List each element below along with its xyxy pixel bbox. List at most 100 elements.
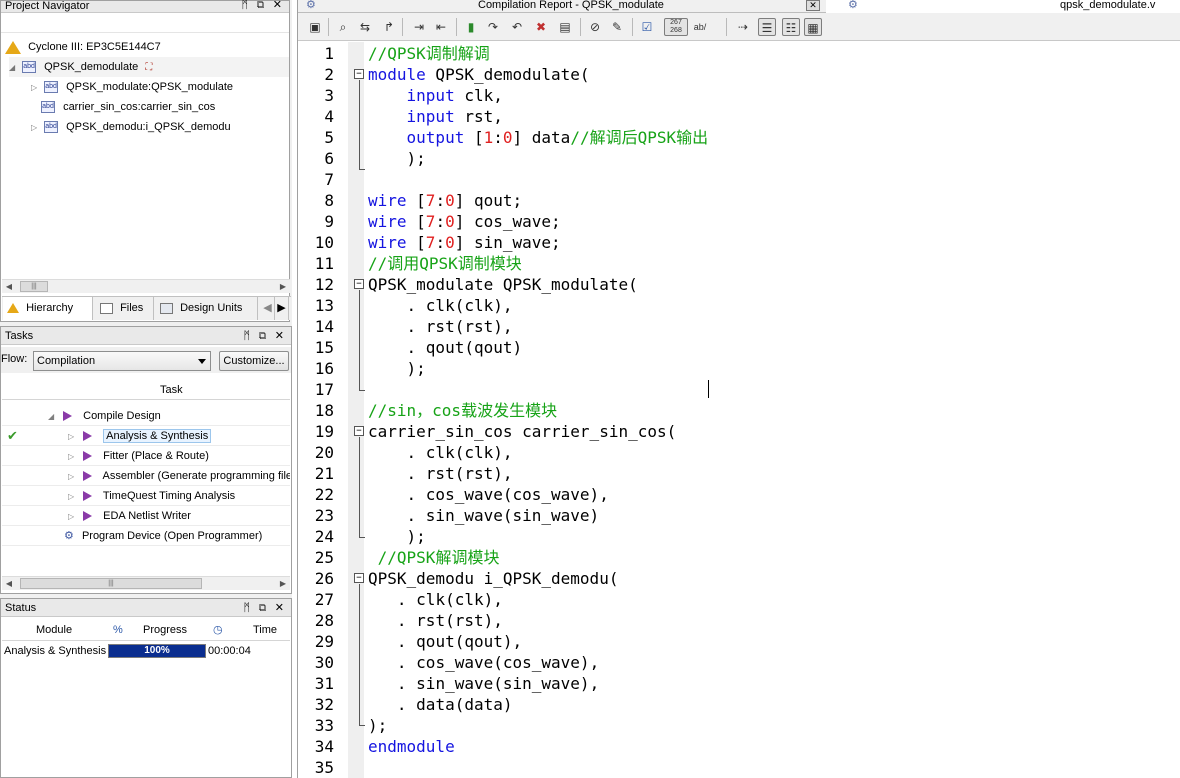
expand-arrow-icon[interactable]: ▷ xyxy=(31,78,41,98)
expand-arrow-icon[interactable]: ▷ xyxy=(68,487,80,505)
format-icon[interactable]: ☰ xyxy=(758,18,776,36)
number: 0 xyxy=(445,212,455,231)
tab-compilation-report[interactable]: Compilation Report - QPSK_modulate xyxy=(478,0,664,13)
scroll-right-icon[interactable]: ▶ xyxy=(276,577,290,591)
code-line: . qout(qout) xyxy=(368,337,523,358)
toolbar-separator xyxy=(726,18,727,36)
source-file-label: qpsk_demodulate.v xyxy=(1060,0,1156,11)
tree-item-device[interactable]: Cyclone III: EP3C5E144C7 xyxy=(5,37,161,57)
fold-margin xyxy=(348,42,364,778)
scrollbar-thumb[interactable]: ||| xyxy=(20,281,48,292)
goto-icon[interactable]: ↱ xyxy=(380,18,398,36)
number: 0 xyxy=(445,233,455,252)
template-icon[interactable]: ✎ xyxy=(608,18,626,36)
spell-check-icon[interactable]: ab/ xyxy=(690,18,710,36)
line-numbers-icon[interactable]: 267 268 xyxy=(664,18,688,36)
tab-files[interactable]: Files xyxy=(96,297,154,320)
expand-arrow-icon[interactable]: ▷ xyxy=(68,447,80,465)
tree-item-top-entity[interactable]: ◢ abd QPSK_demodulate ⛶ xyxy=(9,57,289,77)
tab-close-icon[interactable]: ✕ xyxy=(806,0,820,13)
uncomment-icon[interactable]: ▦ xyxy=(804,18,822,36)
line-number: 29 xyxy=(314,632,334,651)
line-number: 21 xyxy=(314,464,334,483)
fold-toggle-icon[interactable]: − xyxy=(354,426,364,436)
expand-arrow-icon[interactable]: ▷ xyxy=(68,467,80,485)
task-row-timequest[interactable]: ▷ TimeQuest Timing Analysis xyxy=(2,486,290,506)
time-header: Time xyxy=(253,624,278,636)
code-line: //调用QPSK调制模块 xyxy=(368,253,522,274)
task-row-program-device[interactable]: ⚙ Program Device (Open Programmer) xyxy=(2,526,290,546)
expand-arrow-icon[interactable]: ▷ xyxy=(31,118,41,138)
collapse-arrow-icon[interactable]: ◢ xyxy=(9,58,19,78)
tab-scroll-left-icon[interactable]: ◀ xyxy=(261,297,275,320)
scroll-right-icon[interactable]: ▶ xyxy=(276,280,290,294)
child-label: carrier_sin_cos:carrier_sin_cos xyxy=(63,101,216,113)
code-text: ); xyxy=(406,359,426,378)
fold-toggle-icon[interactable]: − xyxy=(354,279,364,289)
find-replace-icon[interactable]: ⇆ xyxy=(356,18,374,36)
tab-design-units[interactable]: Design Units xyxy=(156,297,258,320)
task-row-compile-design[interactable]: ◢ Compile Design xyxy=(2,406,290,426)
entity-icon: abd xyxy=(22,61,37,74)
navigator-horizontal-scrollbar[interactable]: ◀ ||| ▶ xyxy=(2,279,290,293)
code-text: . sin_wave(sin_wave), xyxy=(396,674,600,693)
window-icon[interactable]: ▣ xyxy=(306,18,324,36)
code-text: . data(data) xyxy=(396,695,513,714)
line-number: 27 xyxy=(314,590,334,609)
line-number: 33 xyxy=(314,716,334,735)
fold-toggle-icon[interactable]: − xyxy=(354,69,364,79)
tree-item-child[interactable]: ▷ abd QPSK_demodu:i_QPSK_demodu xyxy=(31,117,231,137)
toolbar-separator xyxy=(632,18,633,36)
customize-button[interactable]: Customize... xyxy=(219,351,289,371)
comment-icon[interactable]: ☷ xyxy=(782,18,800,36)
tab-scroll-right-icon[interactable]: ▶ xyxy=(275,297,289,320)
scrollbar-thumb[interactable]: ||| xyxy=(20,578,202,589)
indent-icon[interactable]: ⇥ xyxy=(410,18,428,36)
panel-controls[interactable]: ᛗ ⧉ ✕ xyxy=(243,327,287,345)
prev-bookmark-icon[interactable]: ↶ xyxy=(508,18,526,36)
next-bookmark-icon[interactable]: ↷ xyxy=(484,18,502,36)
line-number: 28 xyxy=(314,611,334,630)
progress-header: Progress xyxy=(143,624,188,636)
code-line: . cos_wave(cos_wave), xyxy=(368,652,599,673)
line-number: 1 xyxy=(324,44,334,63)
outdent-icon[interactable]: ⇤ xyxy=(432,18,450,36)
scroll-left-icon[interactable]: ◀ xyxy=(2,280,16,294)
tasks-horizontal-scrollbar[interactable]: ◀ ||| ▶ xyxy=(2,576,290,590)
expand-arrow-icon[interactable]: ▷ xyxy=(68,507,80,525)
task-row-analysis-synthesis[interactable]: ✔ ▷ Analysis & Synthesis xyxy=(2,426,290,446)
tree-item-child[interactable]: abd carrier_sin_cos:carrier_sin_cos xyxy=(41,97,215,117)
toolbar-separator xyxy=(456,18,457,36)
code-line: . cos_wave(cos_wave), xyxy=(368,484,609,505)
tab-hierarchy[interactable]: Hierarchy xyxy=(3,297,93,320)
expand-arrow-icon[interactable]: ▷ xyxy=(68,427,80,445)
code-text: . rst(rst), xyxy=(396,611,503,630)
word-wrap-icon[interactable]: ⇢ xyxy=(734,18,752,36)
edit-check-icon[interactable]: ☑ xyxy=(638,18,656,36)
scroll-left-icon[interactable]: ◀ xyxy=(2,577,16,591)
binoculars-icon[interactable]: ⌕ xyxy=(334,18,352,36)
entity-icon: abd xyxy=(41,101,55,114)
code-line: . sin_wave(sin_wave) xyxy=(368,505,600,526)
collapse-arrow-icon[interactable]: ◢ xyxy=(48,407,60,425)
code-text: carrier_sin_cos carrier_sin_cos( xyxy=(368,422,677,441)
number: 7 xyxy=(425,212,436,231)
line-number: 22 xyxy=(314,485,334,504)
fold-toggle-icon[interactable]: − xyxy=(354,573,364,583)
task-row-eda-netlist[interactable]: ▷ EDA Netlist Writer xyxy=(2,506,290,526)
code-text: QPSK_demodu i_QPSK_demodu( xyxy=(368,569,619,588)
bookmark-icon[interactable]: ▮ xyxy=(462,18,480,36)
code-editor[interactable]: 1 2 3 4 5 6 7 8 9 10 11 12 13 14 15 16 1… xyxy=(298,42,1180,778)
tab-source-file[interactable]: ⚙ qpsk_demodulate.v xyxy=(826,0,1180,13)
task-row-fitter[interactable]: ▷ Fitter (Place & Route) xyxy=(2,446,290,466)
clear-bookmarks-icon[interactable]: ✖ xyxy=(532,18,550,36)
panel-controls[interactable]: ᛗ ⧉ ✕ xyxy=(243,599,287,617)
bookmark-list-icon[interactable]: ▤ xyxy=(556,18,574,36)
task-row-assembler[interactable]: ▷ Assembler (Generate programming files) xyxy=(2,466,290,486)
flow-select[interactable]: Compilation xyxy=(33,351,211,371)
panel-controls[interactable]: ᛗ ⧉ ✕ xyxy=(241,0,285,11)
code-text: ] data xyxy=(512,128,571,147)
device-label: Cyclone III: EP3C5E144C7 xyxy=(28,41,161,53)
tree-item-child[interactable]: ▷ abd QPSK_modulate:QPSK_modulate xyxy=(31,77,233,97)
attach-icon[interactable]: ⊘ xyxy=(586,18,604,36)
